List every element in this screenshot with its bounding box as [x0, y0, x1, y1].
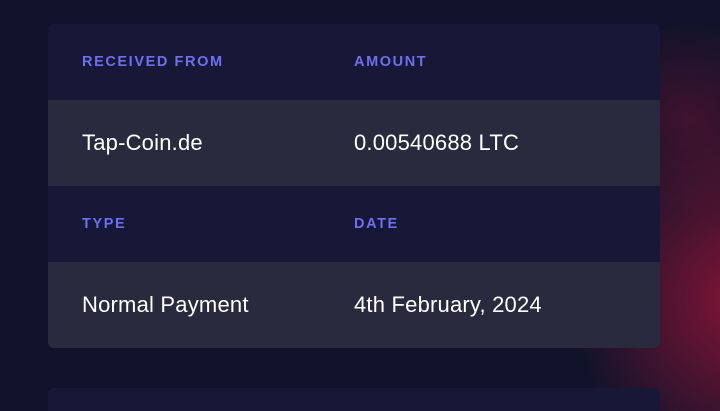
type-label: TYPE: [82, 216, 127, 232]
header-row-type-date: TYPE DATE: [48, 186, 660, 262]
received-from-label: RECEIVED FROM: [82, 54, 224, 70]
amount-value: 0.00540688 LTC: [354, 130, 520, 155]
amount-label: AMOUNT: [354, 54, 428, 70]
page: { "transaction_details": { "received_fro…: [0, 0, 720, 411]
value-row-received-amount: Tap-Coin.de 0.00540688 LTC: [48, 100, 660, 186]
date-label: DATE: [354, 216, 399, 232]
value-row-type-date: Normal Payment 4th February, 2024: [48, 262, 660, 348]
received-from-value: Tap-Coin.de: [82, 130, 203, 155]
transaction-details-card: RECEIVED FROM AMOUNT Tap-Coin.de 0.00540…: [48, 24, 660, 348]
header-row-received-amount: RECEIVED FROM AMOUNT: [48, 24, 660, 100]
type-value: Normal Payment: [82, 292, 249, 317]
date-value: 4th February, 2024: [354, 292, 542, 317]
next-card: [48, 388, 660, 411]
